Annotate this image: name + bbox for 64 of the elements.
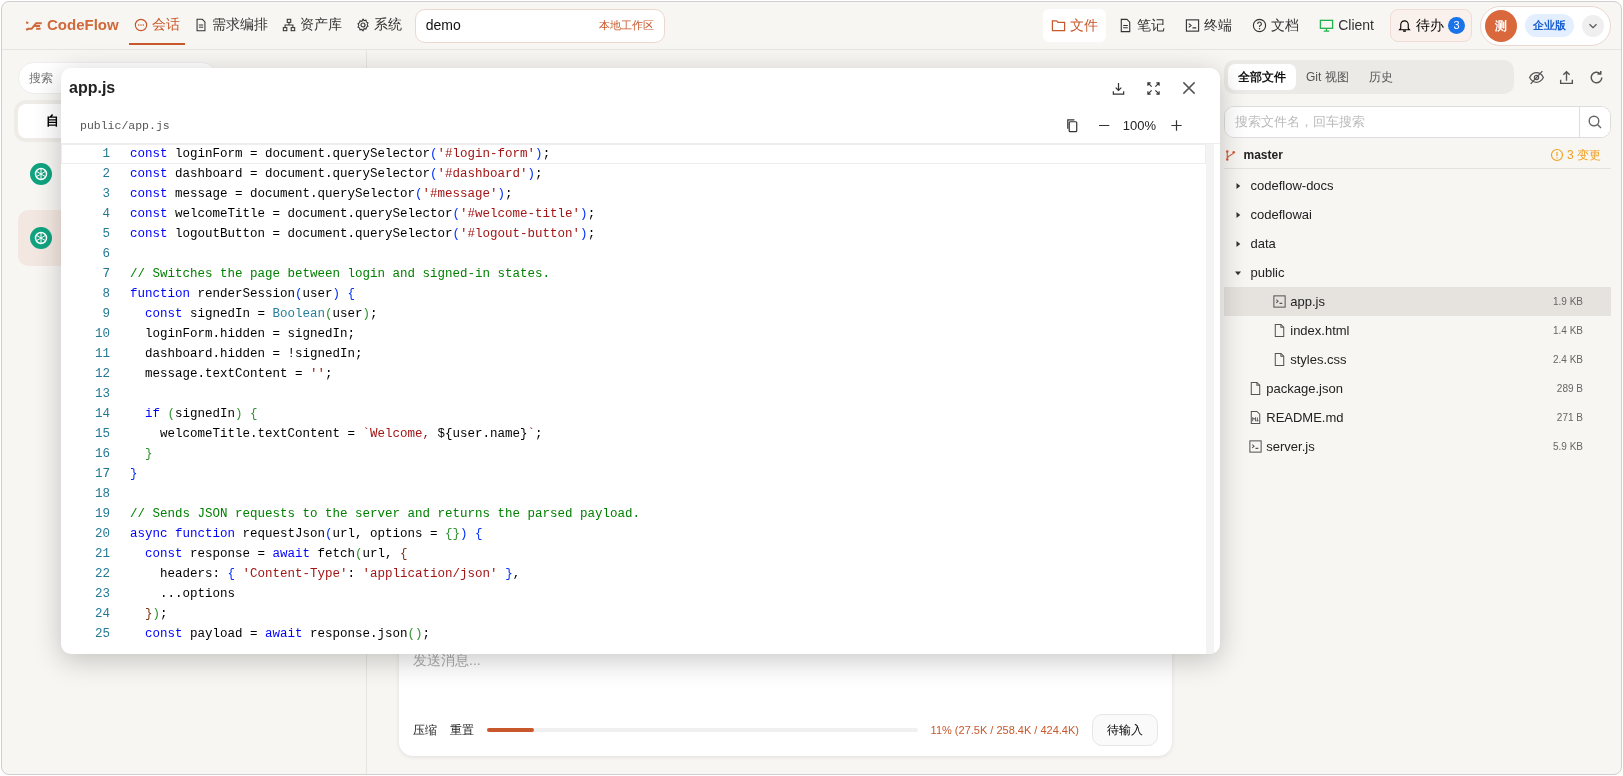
line-number: 2 [101, 165, 110, 183]
code-line: loginForm.hidden = signedIn; [144, 325, 356, 343]
code-line: const loginForm = document.querySelector('#login-form'); [130, 145, 551, 163]
file-size: 1.9 KB [1552, 295, 1583, 309]
changes-count: 3 变更 [1567, 147, 1601, 164]
file-size: 271 B [1556, 411, 1583, 425]
line-number: 25 [94, 625, 110, 643]
code-line: headers: { 'Content-Type': 'application/json' }, [159, 565, 521, 583]
line-number: 7 [101, 265, 110, 283]
zoom-level: 100% [1122, 116, 1156, 135]
line-number: 10 [94, 325, 110, 343]
line-number: 13 [94, 385, 110, 403]
plan-badge: 企业版 [1525, 14, 1574, 37]
line-number: 21 [94, 545, 110, 563]
dialog-title: app.js [69, 78, 116, 98]
code-line: message.textContent = ''; [144, 365, 333, 383]
code-line: const payload = await response.json(); [144, 625, 431, 643]
line-number: 16 [94, 445, 110, 463]
line-number: 8 [101, 285, 110, 303]
code-line: function renderSession(user) { [130, 285, 356, 303]
line-number: 23 [94, 585, 110, 603]
line-number: 24 [94, 605, 110, 623]
line-number: 5 [101, 225, 110, 243]
code-line: } [144, 445, 153, 463]
code-line: }); [144, 605, 168, 623]
code-line: } [130, 465, 138, 483]
line-number: 6 [101, 245, 110, 263]
line-number: 12 [94, 365, 110, 383]
line-number: 18 [94, 485, 110, 503]
context-usage-text: 11% (27.5K / 258.4K / 424.4K) [930, 722, 1079, 738]
code-line: const logoutButton = document.querySelector('#logout-button'); [130, 225, 596, 243]
file-size: 2.4 KB [1552, 353, 1583, 367]
app-logo: CodeFlow [47, 15, 119, 36]
line-number: 19 [94, 505, 110, 523]
code-line: const response = await fetch(url, { [144, 545, 408, 563]
code-line: // Switches the page between login and signed-in states. [130, 265, 551, 283]
line-number: 20 [94, 525, 110, 543]
code-line: dashboard.hidden = !signedIn; [144, 345, 363, 363]
code-line: async function requestJson(url, options = {}) { [130, 525, 483, 543]
code-line: ...options [159, 585, 236, 603]
workspace-tag: 本地工作区 [598, 17, 654, 34]
file-size: 289 B [1556, 382, 1583, 396]
code-line: welcomeTitle.textContent = `Welcome, ${user.name}`; [159, 425, 543, 443]
file-size: 1.4 KB [1552, 324, 1583, 338]
line-number: 14 [94, 405, 110, 423]
file-path: public/app.js [80, 117, 170, 134]
line-number: 9 [101, 305, 110, 323]
code-line: const welcomeTitle = document.querySelector('#welcome-title'); [130, 205, 596, 223]
file-size: 5.9 KB [1552, 440, 1583, 454]
code-line: const dashboard = document.querySelector('#dashboard'); [130, 165, 543, 183]
line-number: 17 [94, 465, 110, 483]
line-number: 15 [94, 425, 110, 443]
code-line: // Sends JSON requests to the server and returns the parsed payload. [130, 505, 641, 523]
code-line: const signedIn = Boolean(user); [144, 305, 378, 323]
line-number: 4 [101, 205, 110, 223]
code-line: if (signedIn) { [144, 405, 258, 423]
workspace-name: demo [425, 16, 461, 35]
code-line: const message = document.querySelector('#message'); [130, 185, 513, 203]
line-number: 11 [94, 345, 110, 363]
line-number: 22 [94, 565, 110, 583]
branch-name: master [1243, 147, 1283, 164]
line-number: 1 [101, 145, 110, 163]
count-badge: 3 [1448, 17, 1465, 34]
line-number: 3 [101, 185, 110, 203]
